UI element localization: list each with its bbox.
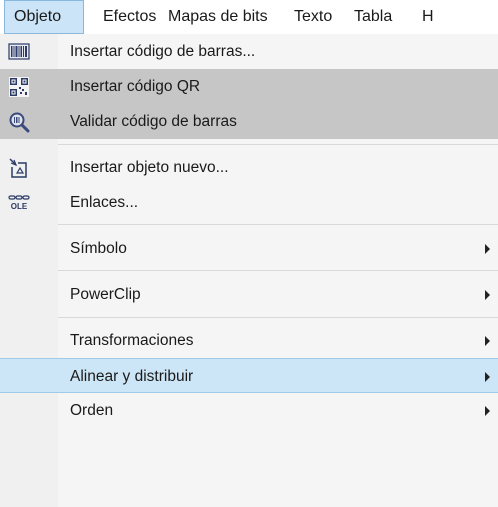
menu-item-label: Alinear y distribuir (70, 368, 194, 385)
menu-objeto[interactable]: Objeto (4, 0, 84, 34)
menu-item-validar-codigo-barras[interactable]: Validar código de barras (0, 104, 498, 139)
menu-item-insertar-objeto-nuevo[interactable]: Insertar objeto nuevo... (0, 150, 498, 185)
menu-separator (58, 224, 498, 225)
menu-ayuda[interactable]: H (413, 0, 443, 34)
menu-separator (58, 317, 498, 318)
svg-text:OLE: OLE (11, 202, 28, 211)
menu-separator (58, 144, 498, 145)
menu-efectos[interactable]: Efectos (94, 0, 165, 34)
menu-item-insertar-codigo-barras[interactable]: Insertar código de barras... (0, 34, 498, 69)
submenu-arrow-icon (485, 372, 490, 382)
menu-item-label: Símbolo (70, 240, 127, 257)
submenu-arrow-icon (485, 290, 490, 300)
menu-item-label: PowerClip (70, 286, 141, 303)
menu-item-label: Insertar código de barras... (70, 43, 256, 60)
menu-item-enlaces[interactable]: OLE Enlaces... (0, 185, 498, 220)
menu-item-label: Transformaciones (70, 332, 194, 349)
insert-object-icon (8, 157, 30, 179)
menu-item-powerclip[interactable]: PowerClip (0, 277, 498, 312)
magnifier-icon (8, 111, 30, 133)
menu-item-label: Insertar código QR (70, 78, 201, 95)
menu-item-label: Insertar objeto nuevo... (70, 159, 229, 176)
menu-bar: Objeto Efectos Mapas de bits Texto Tabla… (0, 0, 498, 35)
menu-item-alinear-distribuir[interactable]: Alinear y distribuir (0, 358, 498, 393)
menu-separator (58, 270, 498, 271)
submenu-arrow-icon (485, 244, 490, 254)
qr-code-icon (8, 76, 30, 98)
menu-item-insertar-codigo-qr[interactable]: Insertar código QR (0, 69, 498, 104)
objeto-dropdown-menu: Insertar código de barras... Insertar có… (0, 34, 498, 507)
menu-item-orden[interactable]: Orden (0, 393, 498, 428)
submenu-arrow-icon (485, 406, 490, 416)
menu-item-label: Enlaces... (70, 194, 139, 211)
menu-texto[interactable]: Texto (285, 0, 341, 34)
menu-item-label: Orden (70, 402, 114, 419)
submenu-arrow-icon (485, 336, 490, 346)
menu-item-simbolo[interactable]: Símbolo (0, 231, 498, 266)
barcode-icon (8, 41, 30, 63)
menu-item-transformaciones[interactable]: Transformaciones (0, 323, 498, 358)
menu-tabla[interactable]: Tabla (345, 0, 401, 34)
menu-item-label: Validar código de barras (70, 113, 237, 130)
ole-links-icon: OLE (8, 192, 30, 214)
menu-mapas-de-bits[interactable]: Mapas de bits (159, 0, 277, 34)
